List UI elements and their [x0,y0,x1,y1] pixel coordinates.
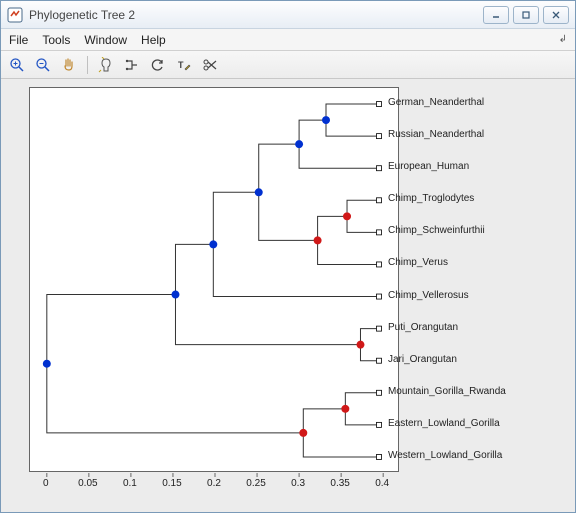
x-tick-label: 0.25 [246,478,265,489]
x-tick-label: 0.3 [291,478,305,489]
rename-icon[interactable]: T [174,55,194,75]
internal-node[interactable] [295,140,303,148]
axes[interactable] [29,87,399,472]
titlebar[interactable]: Phylogenetic Tree 2 [1,1,575,29]
prune-icon[interactable] [200,55,220,75]
leaf-marker[interactable] [376,294,381,299]
maximize-button[interactable] [513,6,539,24]
x-tick-label: 0.2 [207,478,221,489]
leaf-marker[interactable] [376,230,381,235]
menu-overflow-icon[interactable]: ↲ [559,34,567,45]
internal-node[interactable] [343,212,351,220]
tree-branch [326,120,379,136]
leaf-marker[interactable] [376,390,381,395]
tree-branch [303,409,345,433]
x-tick-label: 0.35 [330,478,349,489]
leaf-label: Russian_Neanderthal [388,129,484,140]
tree-branch [299,120,326,144]
tree-branch [47,295,176,364]
leaf-marker[interactable] [376,454,381,459]
leaf-marker[interactable] [376,102,381,107]
leaf-marker[interactable] [376,326,381,331]
internal-node[interactable] [171,291,179,299]
menu-tools[interactable]: Tools [42,33,70,47]
menubar: File Tools Window Help ↲ [1,29,575,51]
x-tick-label: 0.15 [162,478,181,489]
leaf-label: German_Neanderthal [388,97,484,108]
internal-node[interactable] [209,240,217,248]
tree-branch [213,192,258,244]
leaf-marker[interactable] [376,166,381,171]
leaf-marker[interactable] [376,422,381,427]
tree-branch [213,244,379,296]
tree-branch [299,144,379,168]
tree-branch [303,433,379,457]
x-tick-label: 0 [43,478,49,489]
leaf-marker[interactable] [376,262,381,267]
close-button[interactable] [543,6,569,24]
zoom-in-icon[interactable] [7,55,27,75]
leaf-label: Chimp_Verus [388,257,448,268]
tree-branch [345,409,379,425]
tree-branch [326,104,379,120]
x-tick-label: 0.4 [375,478,389,489]
app-icon [7,7,23,23]
menu-file[interactable]: File [9,33,28,47]
leaf-marker[interactable] [376,134,381,139]
internal-node[interactable] [322,116,330,124]
inspect-icon[interactable] [96,55,116,75]
rotate-icon[interactable] [148,55,168,75]
leaf-marker[interactable] [376,198,381,203]
toolbar-divider [87,56,88,74]
toolbar: T [1,51,575,79]
leaf-label: Chimp_Vellerosus [388,290,469,301]
internal-node[interactable] [314,236,322,244]
internal-node[interactable] [341,405,349,413]
tree-branch [175,295,360,345]
leaf-label: Jari_Orangutan [388,354,457,365]
leaf-label: Western_Lowland_Gorilla [388,450,502,461]
internal-node[interactable] [299,429,307,437]
leaf-label: Chimp_Schweinfurthii [388,225,485,236]
x-tick-label: 0.05 [78,478,97,489]
tree-branch [259,192,318,240]
svg-text:T: T [178,60,184,70]
plot-area: German_Neanderthal Russian_Neanderthal Eur… [1,79,575,512]
minimize-button[interactable] [483,6,509,24]
tree-branch [347,200,379,216]
leaf-label: Mountain_Gorilla_Rwanda [388,386,506,397]
tree-branch [47,364,303,433]
tree-branch [318,240,379,264]
tree-branch [345,393,379,409]
x-tick-label: 0.1 [123,478,137,489]
app-window: Phylogenetic Tree 2 File Tools Window He… [0,0,576,513]
menu-help[interactable]: Help [141,33,166,47]
internal-node[interactable] [356,341,364,349]
pan-icon[interactable] [59,55,79,75]
tree-branch [318,216,347,240]
internal-node[interactable] [255,188,263,196]
leaf-marker[interactable] [376,358,381,363]
menu-window[interactable]: Window [84,33,127,47]
leaf-label: Chimp_Troglodytes [388,193,474,204]
leaf-label: Puti_Orangutan [388,322,458,333]
internal-node[interactable] [43,360,51,368]
tree-branch [175,244,213,294]
zoom-out-icon[interactable] [33,55,53,75]
leaf-label: Eastern_Lowland_Gorilla [388,418,500,429]
tree-branch [347,216,379,232]
collapse-icon[interactable] [122,55,142,75]
leaf-label: European_Human [388,161,469,172]
tree-branch [259,144,299,192]
window-title: Phylogenetic Tree 2 [29,8,483,22]
